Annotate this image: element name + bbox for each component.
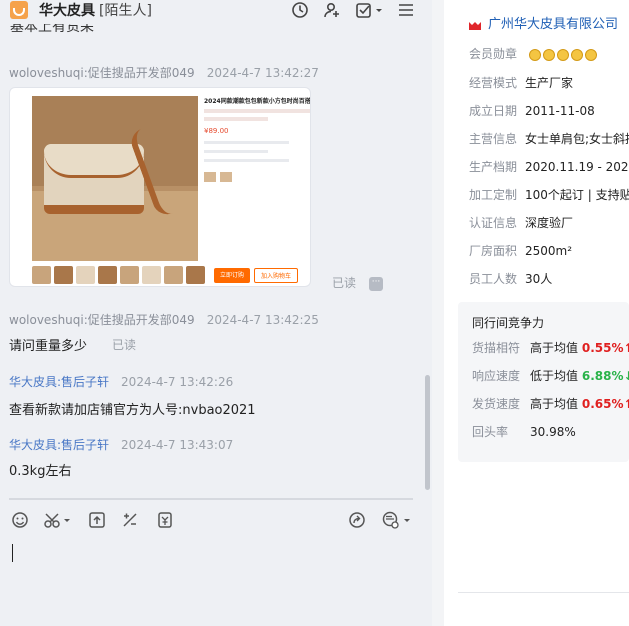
chat-scrollbar[interactable] [425,375,430,490]
message-time: 2024-4-7 13:42:27 [206,66,319,80]
avatar[interactable] [10,1,28,19]
quick-reply-icon[interactable] [380,510,412,530]
share-icon[interactable] [347,510,367,530]
thumbnail-strip [32,266,205,284]
medal-icon [556,48,569,61]
message-meta: woloveshuqi:促佳搜品开发部049 2024-4-7 13:42:25 [9,311,319,328]
sender-name[interactable]: 华大皮具:售后子轩 [9,375,109,389]
info-row: 加工定制 100个起订 | 支持贴 [469,188,629,202]
message-time: 2024-4-7 13:42:25 [206,313,319,327]
sender-name[interactable]: 华大皮具:售后子轩 [9,438,109,452]
task-dropdown-icon[interactable] [354,0,384,20]
message-meta: woloveshuqi:促佳搜品开发部049 2024-4-7 13:42:27 [9,64,319,81]
info-row: 主营信息 女士单肩包;女士斜挎 [469,132,629,146]
product-price: ¥89.00 [204,127,229,135]
chat-subtitle: [陌生人] [99,3,152,19]
info-row: 生产档期 2020.11.19 - 2028. [469,160,629,174]
upload-icon[interactable] [87,510,107,530]
product-image-message[interactable]: 2024同款潮款包包新款小方包时尚百搭 ¥89.00 立即订购 加入购物车 [9,87,311,287]
sender-name: woloveshuqi:促佳搜品开发部049 [9,313,195,327]
message-text: 查看新款请加店铺官方为人号:nvbao2021 [9,403,256,418]
company-name[interactable]: 广州华大皮具有限公司 [468,13,618,32]
more-options-button[interactable]: ··· [369,277,383,291]
buy-now-button: 立即订购 [214,268,251,283]
crown-icon [468,20,482,30]
compete-row: 回头率 30.98% [472,425,576,439]
medal-icon [542,48,555,61]
header-icons [290,0,416,20]
info-row: 成立日期 2011-11-08 [469,104,595,118]
info-row: 员工人数 30人 [469,272,553,286]
competitiveness-title: 同行间竞争力 [472,316,545,330]
message-text: 0.3kg左右 [9,464,72,479]
info-row: 厂房面积 2500m² [469,244,573,258]
compete-row: 发货速度 高于均值 0.65%↑ [472,397,629,411]
chat-title: 华大皮具 [39,3,95,19]
read-status: 已读 [112,338,137,352]
competitiveness-card: 同行间竞争力 货描相符 高于均值 0.55%↑ 响应速度 低于均值 6.88%↓ 发… [458,302,629,462]
input-divider [9,498,413,500]
medal-icon [570,48,583,61]
chat-header: 华大皮具 [陌生人] [0,0,432,24]
message-text: 请问重量多少 [9,339,88,354]
message-time: 2024-4-7 13:43:07 [121,438,234,452]
sender-name: woloveshuqi:促佳搜品开发部049 [9,66,195,80]
message-meta: 华大皮具:售后子轩 2024-4-7 13:42:26 [9,373,233,390]
message-time: 2024-4-7 13:42:26 [121,375,234,389]
coupon-icon[interactable] [155,510,175,530]
shop-info-panel: 广州华大皮具有限公司 会员勋章 经营模式 生产厂家 成立日期 2011-11-08 … [444,0,629,626]
info-row: 经营模式 生产厂家 [469,76,574,90]
chat-pane: 华大皮具 [陌生人] 基本上有货呆 woloveshuqi:促佳搜品开发部049… [0,0,432,626]
input-toolbar [10,510,414,532]
medal-icon [584,48,597,61]
text-input-caret[interactable] [12,544,13,562]
percent-icon[interactable] [120,510,140,530]
add-cart-button: 加入购物车 [254,268,299,283]
info-row-medals: 会员勋章 [469,45,597,62]
message-meta: 华大皮具:售后子轩 2024-4-7 13:43:07 [9,436,233,453]
menu-icon[interactable] [396,0,416,20]
emoji-icon[interactable] [10,510,30,530]
compete-row: 响应速度 低于均值 6.88%↓ [472,369,629,383]
add-contact-icon[interactable] [322,0,342,20]
medal-icon [528,48,541,61]
medal-icons [528,48,597,61]
product-title: 2024同款潮款包包新款小方包时尚百搭 [204,98,310,105]
scissors-icon[interactable] [42,510,74,530]
product-photo [32,96,198,261]
compete-row: 货描相符 高于均值 0.55%↑ [472,341,629,355]
pane-gap [432,0,444,626]
info-row: 认证信息 深度验厂 [469,216,574,230]
product-detail-preview: 2024同款潮款包包新款小方包时尚百搭 ¥89.00 立即订购 加入购物车 [204,96,310,283]
history-icon[interactable] [290,0,310,20]
read-status: 已读 [332,276,357,290]
previous-message-fragment: 基本上有货呆 [10,24,94,35]
panel-divider [458,592,629,593]
